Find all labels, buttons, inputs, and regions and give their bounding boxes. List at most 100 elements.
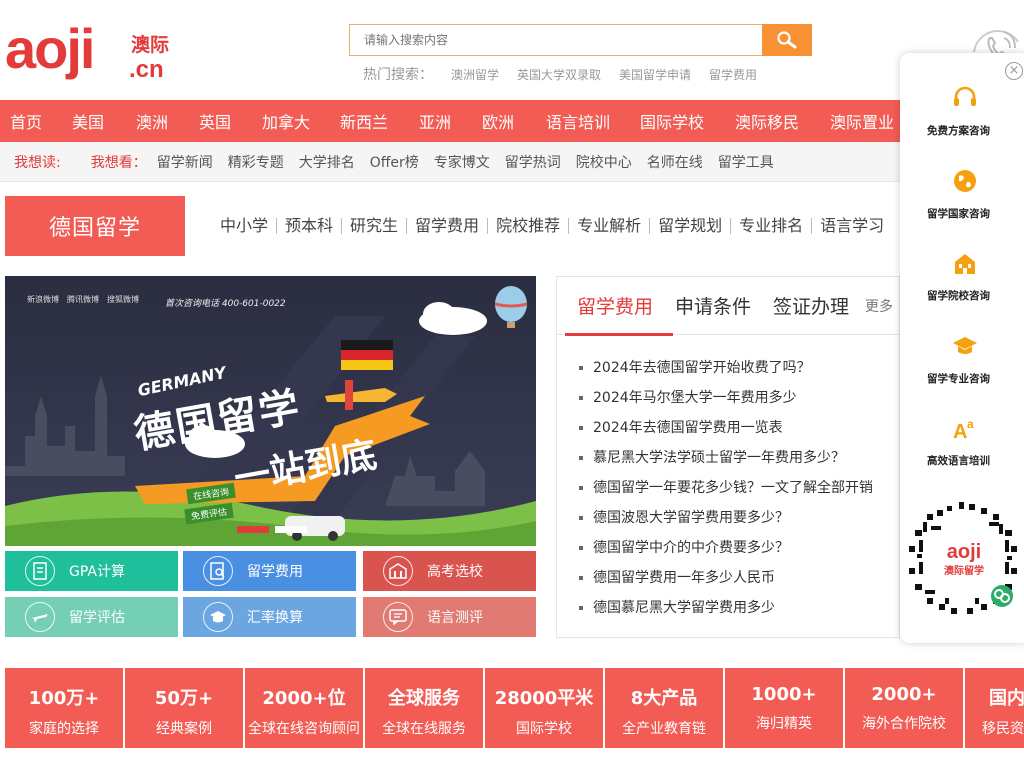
section-link[interactable]: 院校推荐	[488, 218, 570, 234]
hot-keyword[interactable]: 美国留学申请	[619, 66, 691, 83]
tool-assessment[interactable]: 留学评估	[5, 597, 178, 637]
tab-requirements[interactable]: 申请条件	[675, 277, 751, 335]
stat-card[interactable]: 50万+ 经典案例	[125, 668, 243, 748]
subnav-item[interactable]: 大学排名	[299, 152, 355, 172]
hot-keyword[interactable]: 英国大学双录取	[517, 66, 601, 83]
aoji-logo[interactable]: aoji 澳际 .cn	[5, 18, 170, 84]
subnav-item[interactable]: Offer榜	[370, 152, 419, 172]
section-title[interactable]: 德国留学	[5, 196, 185, 256]
tool-fees[interactable]: 留学费用	[183, 551, 356, 591]
stat-card[interactable]: 国内 移民资	[965, 668, 1024, 748]
tool-language-test[interactable]: 语言测评	[363, 597, 536, 637]
tool-exchange[interactable]: 汇率换算	[183, 597, 356, 637]
stat-label: 家庭的选择	[29, 721, 99, 737]
nav-item[interactable]: 新西兰	[340, 109, 388, 133]
stat-card[interactable]: 100万+ 家庭的选择	[5, 668, 123, 748]
subnav-item[interactable]: 专家博文	[434, 152, 490, 172]
nav-item[interactable]: 语言培训	[546, 109, 610, 133]
graduation-cap-icon	[953, 337, 977, 354]
list-item[interactable]: 慕尼黑大学法学硕士留学一年费用多少？	[579, 443, 873, 473]
tab-fees[interactable]: 留学费用	[564, 277, 674, 336]
stat-card[interactable]: 8大产品 全产业教育链	[605, 668, 723, 748]
tool-label: 留学费用	[247, 564, 303, 580]
svg-text:A: A	[953, 421, 967, 441]
graduation-cap-icon	[203, 602, 233, 632]
nav-item[interactable]: 澳际置业	[830, 109, 894, 133]
search-input[interactable]	[350, 25, 762, 55]
list-item[interactable]: 德国留学一年要花多少钱？一文了解全部开销	[579, 473, 873, 503]
stat-label: 全球在线咨询顾问	[248, 721, 360, 737]
list-item[interactable]: 德国慕尼黑大学留学费用多少	[579, 593, 873, 623]
stat-card[interactable]: 1000+ 海归精英	[725, 668, 843, 748]
section-link[interactable]: 留学费用	[407, 218, 489, 234]
news-title[interactable]: 德国波恩大学留学费用要多少？	[593, 503, 789, 533]
nav-item[interactable]: 美国	[72, 109, 104, 133]
banner-carousel[interactable]: 新浪微博 腾讯微博 搜狐微博 首次咨询电话 400-601-0022 GERMA…	[5, 276, 536, 546]
hot-search: 热门搜索： 澳洲留学 英国大学双录取 美国留学申请 留学费用	[363, 64, 775, 84]
tab-visa[interactable]: 签证办理	[773, 277, 849, 335]
nav-item[interactable]: 加拿大	[262, 109, 310, 133]
list-item[interactable]: 德国留学费用一年多少人民币	[579, 563, 873, 593]
stat-card[interactable]: 2000+ 海外合作院校	[845, 668, 963, 748]
nav-item[interactable]: 澳际移民	[735, 109, 799, 133]
list-item[interactable]: 德国留学中介的中介费要多少？	[579, 533, 873, 563]
close-icon[interactable]: ×	[1005, 62, 1023, 80]
subnav-item[interactable]: 名师在线	[647, 152, 703, 172]
bullet-icon	[579, 546, 583, 550]
news-title[interactable]: 2024年去德国留学开始收费了吗？	[593, 353, 811, 383]
section-link[interactable]: 留学规划	[650, 218, 732, 234]
stat-card[interactable]: 2000+位 全球在线咨询顾问	[245, 668, 363, 748]
section-link[interactable]: 研究生	[342, 218, 408, 234]
search-icon	[777, 31, 797, 49]
weibo-item: 新浪微博	[27, 295, 59, 304]
nav-item[interactable]: 亚洲	[419, 109, 451, 133]
news-title[interactable]: 德国留学中介的中介费要多少？	[593, 533, 789, 563]
section-link[interactable]: 语言学习	[812, 218, 892, 234]
more-link[interactable]: 更多	[865, 296, 893, 316]
section-link[interactable]: 专业解析	[569, 218, 651, 234]
stat-card[interactable]: 全球服务 全球在线服务	[365, 668, 483, 748]
list-item[interactable]: 2024年去德国留学费用一览表	[579, 413, 873, 443]
subnav-item[interactable]: 院校中心	[576, 152, 632, 172]
subnav-item[interactable]: 留学工具	[718, 152, 774, 172]
stat-value: 2000+	[871, 684, 937, 705]
side-item-label: 留学院校咨询	[927, 290, 990, 302]
nav-item[interactable]: 英国	[199, 109, 231, 133]
nav-item[interactable]: 国际学校	[640, 109, 704, 133]
news-title[interactable]: 慕尼黑大学法学硕士留学一年费用多少？	[593, 443, 845, 473]
section-link[interactable]: 专业排名	[731, 218, 813, 234]
stat-label: 移民资	[982, 721, 1024, 737]
section-link[interactable]: 中小学	[212, 218, 278, 234]
subnav-item[interactable]: 精彩专题	[228, 152, 284, 172]
stat-value: 全球服务	[388, 688, 460, 709]
globe-icon	[954, 170, 976, 192]
news-title[interactable]: 德国留学费用一年多少人民币	[593, 563, 775, 593]
news-title[interactable]: 德国留学一年要花多少钱？一文了解全部开销	[593, 473, 873, 503]
nav-item[interactable]: 欧洲	[482, 109, 514, 133]
document-icon	[25, 556, 55, 586]
section-link[interactable]: 预本科	[277, 218, 343, 234]
list-item[interactable]: 2024年马尔堡大学一年费用多少	[579, 383, 873, 413]
tool-label: 留学评估	[69, 610, 125, 626]
nav-item[interactable]: 首页	[10, 109, 42, 133]
search-doc-icon	[203, 556, 233, 586]
school-icon	[383, 556, 413, 586]
bullet-icon	[579, 486, 583, 490]
subnav-item[interactable]: 留学热词	[505, 152, 561, 172]
tool-gpa[interactable]: GPA计算	[5, 551, 178, 591]
subnav-item[interactable]: 留学新闻	[157, 152, 213, 172]
logo-wordmark: aoji	[5, 17, 95, 80]
news-title[interactable]: 2024年去德国留学费用一览表	[593, 413, 783, 443]
list-item[interactable]: 2024年去德国留学开始收费了吗？	[579, 353, 873, 383]
tool-gaokao[interactable]: 高考选校	[363, 551, 536, 591]
search-button[interactable]	[762, 24, 812, 56]
search-field[interactable]	[349, 24, 763, 56]
stat-value: 50万+	[154, 688, 214, 709]
list-item[interactable]: 德国波恩大学留学费用要多少？	[579, 503, 873, 533]
stat-card[interactable]: 28000平米 国际学校	[485, 668, 603, 748]
news-title[interactable]: 2024年马尔堡大学一年费用多少	[593, 383, 797, 413]
nav-item[interactable]: 澳洲	[136, 109, 168, 133]
hot-keyword[interactable]: 留学费用	[709, 66, 757, 83]
news-title[interactable]: 德国慕尼黑大学留学费用多少	[593, 593, 775, 623]
hot-keyword[interactable]: 澳洲留学	[451, 66, 499, 83]
